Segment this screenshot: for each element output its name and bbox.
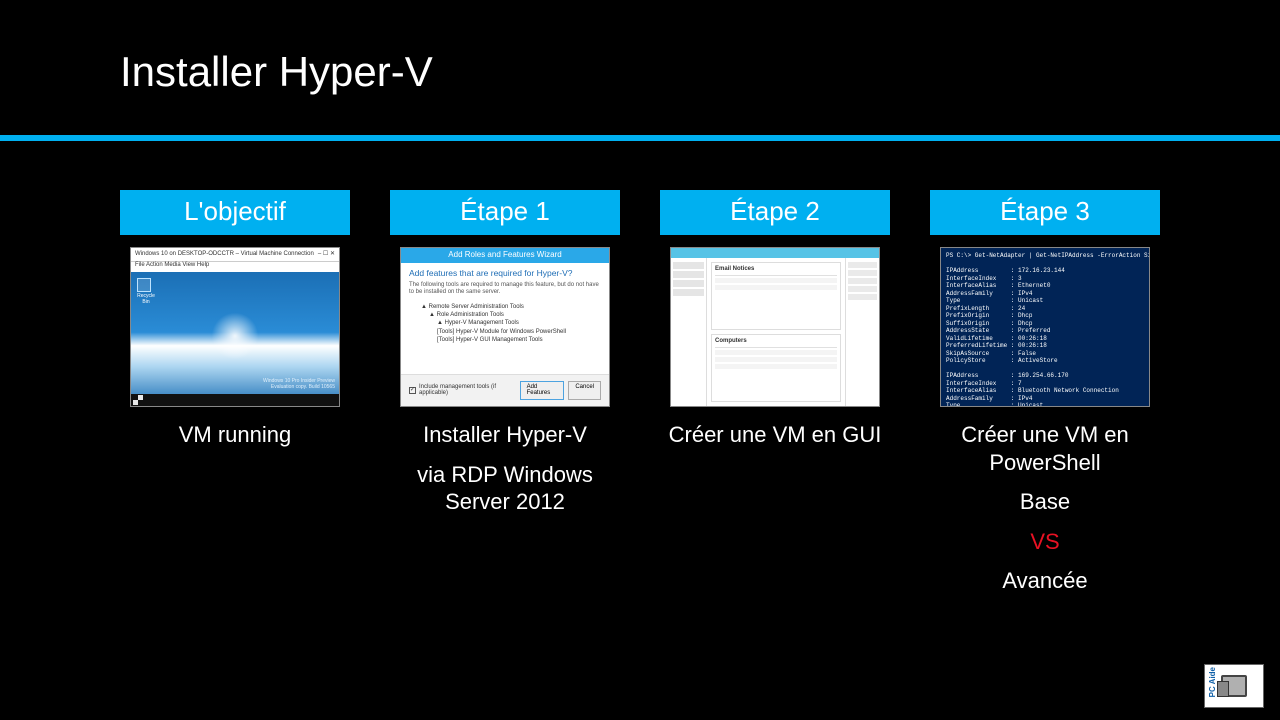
- screenshot-powershell: PS C:\> Get-NetAdapter | Get-NetIPAddres…: [940, 247, 1150, 407]
- insider-watermark: Windows 10 Pro Insider Preview Evaluatio…: [263, 379, 335, 390]
- caption-objective: VM running: [179, 421, 292, 449]
- action-item: [848, 262, 877, 268]
- checkbox-icon: ✓: [409, 387, 416, 394]
- vm-window-title: Windows 10 on DESKTOP-ODCCTR – Virtual M…: [135, 251, 314, 258]
- gui-body: Email Notices Computers: [671, 258, 879, 406]
- taskbar: [131, 394, 339, 406]
- gui-panel: Email Notices: [711, 262, 841, 330]
- wizard-body: Add features that are required for Hyper…: [401, 263, 609, 374]
- list-row: [715, 285, 837, 290]
- wizard-titlebar: Add Roles and Features Wizard: [401, 248, 609, 263]
- include-tools-checkbox[interactable]: ✓ Include management tools (if applicabl…: [409, 384, 520, 397]
- slide-title: Installer Hyper-V: [120, 48, 433, 96]
- tree-item: [Tools] Hyper-V GUI Management Tools: [413, 336, 601, 344]
- column-header-step2: Étape 2: [660, 190, 890, 235]
- gui-main: Email Notices Computers: [707, 258, 845, 406]
- gui-left-nav: [671, 258, 707, 406]
- pc-tower-icon: [1221, 675, 1247, 697]
- column-header-step1: Étape 1: [390, 190, 620, 235]
- screenshot-vm-running: Windows 10 on DESKTOP-ODCCTR – Virtual M…: [130, 247, 340, 407]
- column-header-step3: Étape 3: [930, 190, 1160, 235]
- tree-item: ▲ Remote Server Administration Tools: [413, 303, 601, 311]
- caption-step1: Installer Hyper-V via RDP Windows Server…: [390, 421, 620, 516]
- gui-panel: Computers: [711, 334, 841, 402]
- wizard-buttons: Add Features Cancel: [520, 381, 601, 400]
- ps-output-block: IPAddress : 172.16.23.144 InterfaceIndex…: [946, 267, 1065, 364]
- vm-menubar: File Action Media View Help: [131, 262, 339, 272]
- ps-output-block: IPAddress : 169.254.66.170 InterfaceInde…: [946, 372, 1130, 407]
- window-titlebar: [671, 248, 879, 258]
- action-item: [848, 294, 877, 300]
- screenshot-hyperv-gui: Email Notices Computers: [670, 247, 880, 407]
- recycle-bin-label: Recycle Bin: [137, 294, 155, 305]
- column-step3: Étape 3 PS C:\> Get-NetAdapter | Get-Net…: [930, 190, 1160, 595]
- panel-header: Email Notices: [715, 266, 837, 276]
- thumb-wrap-2: Email Notices Computers: [660, 235, 890, 421]
- cancel-button[interactable]: Cancel: [568, 381, 601, 400]
- add-features-button[interactable]: Add Features: [520, 381, 565, 400]
- window-controls-icon: – ☐ ✕: [318, 251, 335, 258]
- action-item: [848, 278, 877, 284]
- tree-item: [Tools] Hyper-V Module for Windows Power…: [413, 328, 601, 336]
- wizard-description: The following tools are required to mana…: [409, 282, 601, 296]
- caption-step3-vs: VS: [930, 528, 1160, 556]
- thumb-wrap-0: Windows 10 on DESKTOP-ODCCTR – Virtual M…: [120, 235, 350, 421]
- nav-item: [673, 262, 704, 269]
- checkbox-label: Include management tools (if applicable): [419, 384, 520, 397]
- thumb-wrap-3: PS C:\> Get-NetAdapter | Get-NetIPAddres…: [930, 235, 1160, 421]
- caption-step3-line1: Créer une VM en PowerShell: [961, 422, 1129, 475]
- action-item: [848, 270, 877, 276]
- caption-step2: Créer une VM en GUI: [669, 421, 882, 449]
- caption-objective-line1: VM running: [179, 422, 292, 447]
- ps-prompt: PS C:\> Get-NetAdapter | Get-NetIPAddres…: [946, 252, 1150, 259]
- gui-actions-pane: [845, 258, 879, 406]
- nav-item: [673, 271, 704, 278]
- caption-step3-line4: Avancée: [930, 567, 1160, 595]
- nav-item: [673, 289, 704, 296]
- action-item: [848, 286, 877, 292]
- start-button-icon: [133, 395, 143, 405]
- columns-row: L'objectif Windows 10 on DESKTOP-ODCCTR …: [120, 190, 1160, 595]
- list-row: [715, 350, 837, 355]
- thumb-wrap-1: Add Roles and Features Wizard Add featur…: [390, 235, 620, 421]
- caption-step1-line2: via RDP Windows Server 2012: [390, 461, 620, 516]
- screenshot-add-roles-wizard: Add Roles and Features Wizard Add featur…: [400, 247, 610, 407]
- wizard-feature-tree: ▲ Remote Server Administration Tools ▲ R…: [409, 303, 601, 345]
- caption-step1-line1: Installer Hyper-V: [423, 422, 587, 447]
- list-row: [715, 278, 837, 283]
- list-row: [715, 364, 837, 369]
- insider-line2: Evaluation copy. Build 10565: [263, 385, 335, 391]
- column-step1: Étape 1 Add Roles and Features Wizard Ad…: [390, 190, 620, 595]
- caption-step3-line2: Base: [930, 488, 1160, 516]
- vm-desktop: Recycle Bin Windows 10 Pro Insider Previ…: [131, 272, 339, 406]
- caption-step3: Créer une VM en PowerShell Base VS Avanc…: [930, 421, 1160, 595]
- watermark-label: PC Aide: [1208, 667, 1217, 697]
- tree-item: ▲ Role Administration Tools: [413, 311, 601, 319]
- wizard-footer: ✓ Include management tools (if applicabl…: [401, 374, 609, 406]
- nav-item: [673, 280, 704, 287]
- pc-aide-watermark: PC Aide: [1204, 664, 1264, 708]
- tree-item: ▲ Hyper-V Management Tools: [413, 319, 601, 327]
- caption-step2-line1: Créer une VM en GUI: [669, 422, 882, 447]
- panel-header: Computers: [715, 338, 837, 348]
- vm-window-titlebar: Windows 10 on DESKTOP-ODCCTR – Virtual M…: [131, 248, 339, 262]
- column-header-objective: L'objectif: [120, 190, 350, 235]
- accent-bar: [0, 135, 1280, 141]
- recycle-bin-icon: Recycle Bin: [137, 278, 155, 300]
- wizard-question: Add features that are required for Hyper…: [409, 269, 601, 278]
- list-row: [715, 357, 837, 362]
- column-step2: Étape 2 Email Notices: [660, 190, 890, 595]
- slide: Installer Hyper-V L'objectif Windows 10 …: [0, 0, 1280, 720]
- column-objective: L'objectif Windows 10 on DESKTOP-ODCCTR …: [120, 190, 350, 595]
